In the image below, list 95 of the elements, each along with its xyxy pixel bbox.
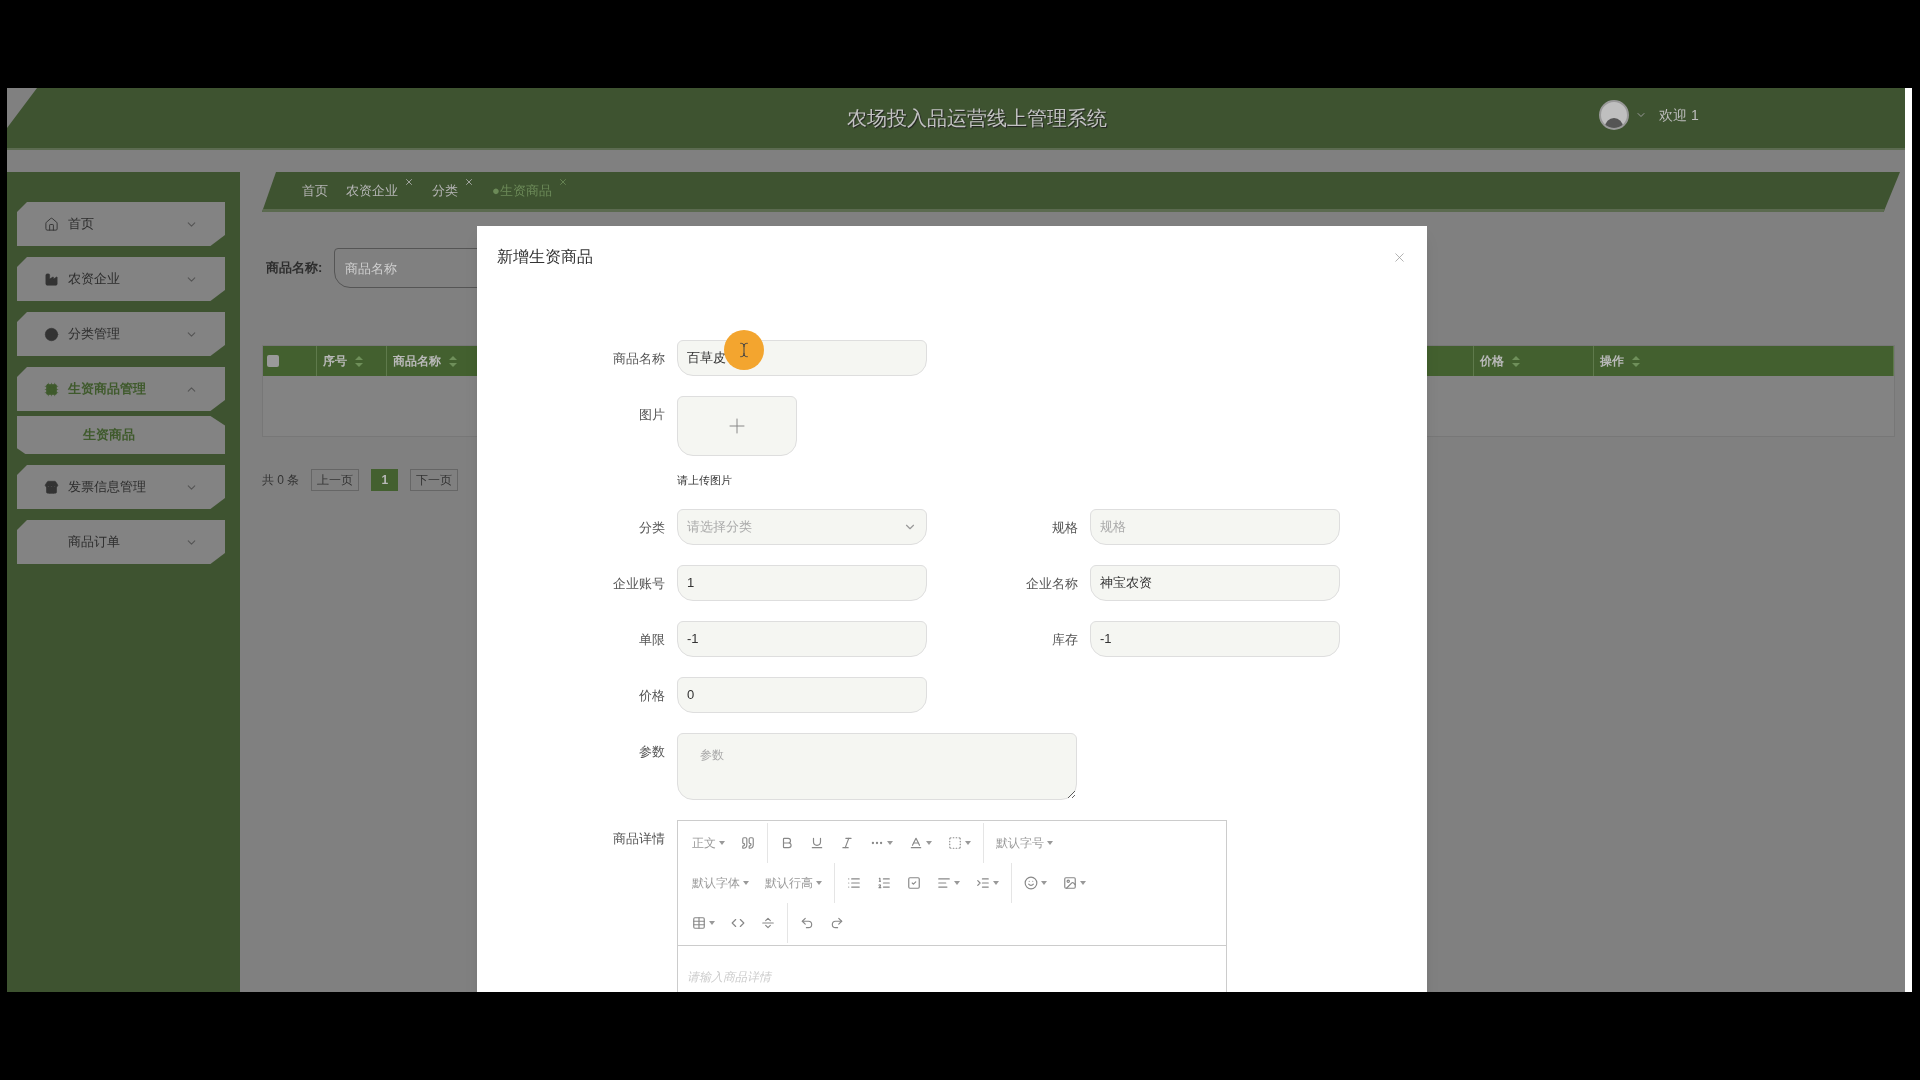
sort-icon [355,355,363,367]
chip-icon [44,381,59,397]
bold-icon [780,835,794,850]
field-label: 参数 [638,742,666,761]
sidebar-item[interactable]: 商品订单 [17,520,225,564]
background-color-icon [948,835,962,850]
sidebar-item[interactable]: 发票信息管理 [17,465,225,509]
toolbar-dropdown[interactable]: 默认字号 [988,827,1061,858]
close-icon[interactable] [404,176,414,187]
sidebar-item-label: 生资商品管理 [68,380,146,399]
search-label: 商品名称: [265,259,323,278]
page-tab[interactable]: 首页 [302,180,328,201]
column-header[interactable]: 价格 [1480,352,1504,370]
image-upload-box[interactable] [677,396,797,456]
caret-icon [993,880,999,885]
numbered-list-icon [877,875,891,890]
user-greeting[interactable]: 欢迎 1 [1659,104,1699,126]
column-header[interactable]: 操作 [1600,352,1624,370]
sidebar-item-label: 发票信息管理 [68,478,146,497]
caret-icon [719,840,725,845]
sort-icon [449,355,457,367]
field-label: 分类 [638,518,666,537]
sidebar-item-label: 首页 [68,215,94,234]
caret-icon [743,880,749,885]
sidebar-item[interactable]: 农资企业 [17,257,225,301]
underline-icon [810,835,824,850]
close-icon[interactable] [464,176,474,187]
sidebar-item[interactable]: 分类管理 [17,312,225,356]
font-color-icon [909,835,923,850]
text-field[interactable]: 0 [677,676,927,713]
sidebar-item-label: 农资企业 [68,270,120,289]
undo-icon [800,915,814,930]
field-label: 商品详情 [612,829,666,848]
field-label: 单限 [638,630,666,649]
italic-icon [840,835,854,850]
category-select[interactable]: 请选择分类 [677,508,927,545]
page-number-button[interactable]: 1 [371,469,399,491]
field-label: 规格 [1051,518,1079,537]
sort-icon [1512,355,1520,367]
sidebar-item-label: 商品订单 [68,533,120,552]
image-icon [1063,875,1077,890]
checkbox-list-icon [907,875,921,890]
total-count: 共 0 条 [262,472,300,489]
emoji-icon [1024,875,1038,890]
text-field[interactable]: -1 [1090,620,1340,657]
caret-icon [1047,840,1053,845]
field-label: 企业账号 [612,574,666,593]
avatar-icon[interactable] [1599,100,1629,130]
factory-icon [44,271,59,287]
indent-icon [976,875,990,890]
caret-icon [954,880,960,885]
caret-icon [709,920,715,925]
field-label: 商品名称 [612,350,666,368]
upload-hint: 请上传图片 [677,473,733,488]
sidebar-subitem[interactable]: 生资商品 [17,416,225,454]
text-field[interactable]: -1 [677,620,927,657]
caret-icon [816,880,822,885]
toolbar-dropdown[interactable]: 默认行高 [757,867,830,898]
caret-icon [1080,880,1086,885]
sidebar-item[interactable]: 生资商品管理 [17,367,225,411]
align-icon [937,875,951,890]
next-page-button[interactable]: 下一页 [410,469,459,491]
text-field[interactable]: 1 [677,564,927,601]
storefront-icon [44,479,59,495]
text-field[interactable]: 规格 [1090,508,1340,545]
field-label: 企业名称 [1025,574,1079,593]
field-label: 价格 [638,686,666,705]
field-label: 库存 [1051,630,1079,649]
divider-line-icon [761,915,775,930]
sort-icon [1632,355,1640,367]
caret-icon [926,840,932,845]
page-tab[interactable]: 分类 [432,180,458,201]
close-icon[interactable] [557,176,568,187]
system-title: 农场投入品运营线上管理系统 [847,106,1107,131]
redo-icon [830,915,844,930]
select-all-checkbox[interactable] [267,355,279,367]
caret-icon [1041,880,1047,885]
toolbar-dropdown[interactable]: 正文 [684,827,733,858]
text-field[interactable]: 神宝农资 [1090,564,1340,601]
field-label: 图片 [638,406,666,424]
caret-icon [965,840,971,845]
page-tab[interactable]: 农资企业 [346,180,398,201]
sidebar-item[interactable]: 首页 [17,202,225,246]
quote-icon [741,835,755,850]
caret-icon [887,840,893,845]
table-icon [692,915,706,930]
column-header[interactable]: 序号 [323,352,347,370]
bullet-list-icon [847,875,861,890]
column-header[interactable]: 商品名称 [393,352,441,370]
cursor-highlight-icon [724,330,764,370]
sidebar-item-label: 分类管理 [68,325,120,344]
toolbar-dropdown[interactable]: 默认字体 [684,867,757,898]
scrollbar[interactable] [1905,88,1912,992]
params-textarea[interactable]: 参数 [677,732,1077,800]
house-icon [44,216,59,232]
